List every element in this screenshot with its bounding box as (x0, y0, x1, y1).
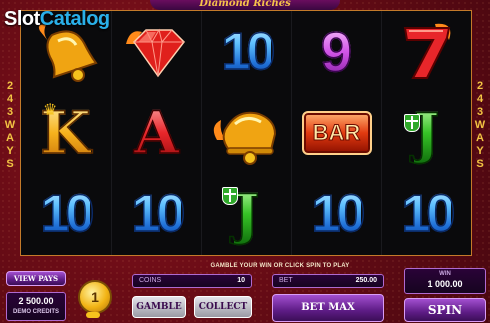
coin-stack-icon (86, 312, 100, 318)
bet-display: BET 250.00 (272, 274, 384, 288)
watermark-logo: SlotCatalog (4, 8, 110, 31)
watermark-catalog: Catalog (39, 8, 110, 30)
crown-icon: ♛ (43, 102, 58, 119)
diamond-icon (125, 28, 185, 77)
coins-display: COINS 10 (132, 274, 252, 288)
reel-area: ♛ K 10 A 10 10 J 9 BAR 10 J 10 (20, 10, 472, 256)
bell-symbol (202, 92, 291, 173)
win-display: WIN 1 000.00 (404, 268, 486, 294)
ten-symbol: 10 (401, 184, 456, 244)
credits-label: DEMO CREDITS (12, 309, 59, 315)
credits-panel: 2 500.00 DEMO CREDITS (6, 292, 66, 321)
reel-4: 9 BAR 10 (291, 11, 381, 255)
nine-symbol: 9 (320, 19, 353, 84)
gamble-button[interactable]: GAMBLE (132, 296, 186, 318)
game-title-banner: Diamond Riches (150, 0, 340, 10)
flaming-seven-icon (403, 23, 450, 79)
bet-label: BET (279, 277, 293, 284)
shield-icon (404, 114, 420, 132)
jack-symbol: J (382, 92, 471, 173)
ten-symbol: 10 (40, 184, 95, 244)
bell-icon (213, 111, 276, 165)
win-label: WIN (439, 271, 451, 277)
view-pays-button[interactable]: VIEW PAYS (6, 271, 66, 286)
reel-2: A 10 (111, 11, 201, 255)
bar-symbol: BAR (292, 92, 381, 173)
coins-label: COINS (139, 277, 162, 284)
shield-icon (222, 187, 238, 205)
reel-1: ♛ K 10 (21, 11, 110, 255)
credits-value: 2 500.00 (18, 296, 54, 306)
king-symbol: ♛ K (40, 98, 92, 168)
seven-symbol (382, 11, 471, 92)
coins-value: 10 (237, 277, 245, 284)
diamond-symbol (112, 11, 201, 92)
jack-symbol: J (202, 173, 291, 254)
watermark-slot: Slot (4, 8, 40, 30)
ten-symbol: 10 (221, 22, 276, 82)
bet-value: 250.00 (355, 277, 377, 284)
spin-button[interactable]: SPIN (404, 298, 486, 322)
status-message: GAMBLE YOUR WIN OR CLICK SPIN TO PLAY (210, 263, 350, 269)
coin-value-selector[interactable]: 1 (78, 280, 112, 314)
win-value: 1 000.00 (427, 279, 463, 289)
bet-max-button[interactable]: BET MAX (272, 294, 384, 322)
reel-5: J 10 (381, 11, 471, 255)
reel-3: 10 J (201, 11, 291, 255)
ten-symbol: 10 (311, 184, 366, 244)
collect-button[interactable]: COLLECT (194, 296, 252, 318)
ways-indicator-right: 243 WAYS (474, 80, 486, 170)
ten-symbol: 10 (131, 184, 186, 244)
ace-symbol: A (133, 98, 180, 168)
ways-indicator-left: 243 WAYS (4, 80, 16, 170)
